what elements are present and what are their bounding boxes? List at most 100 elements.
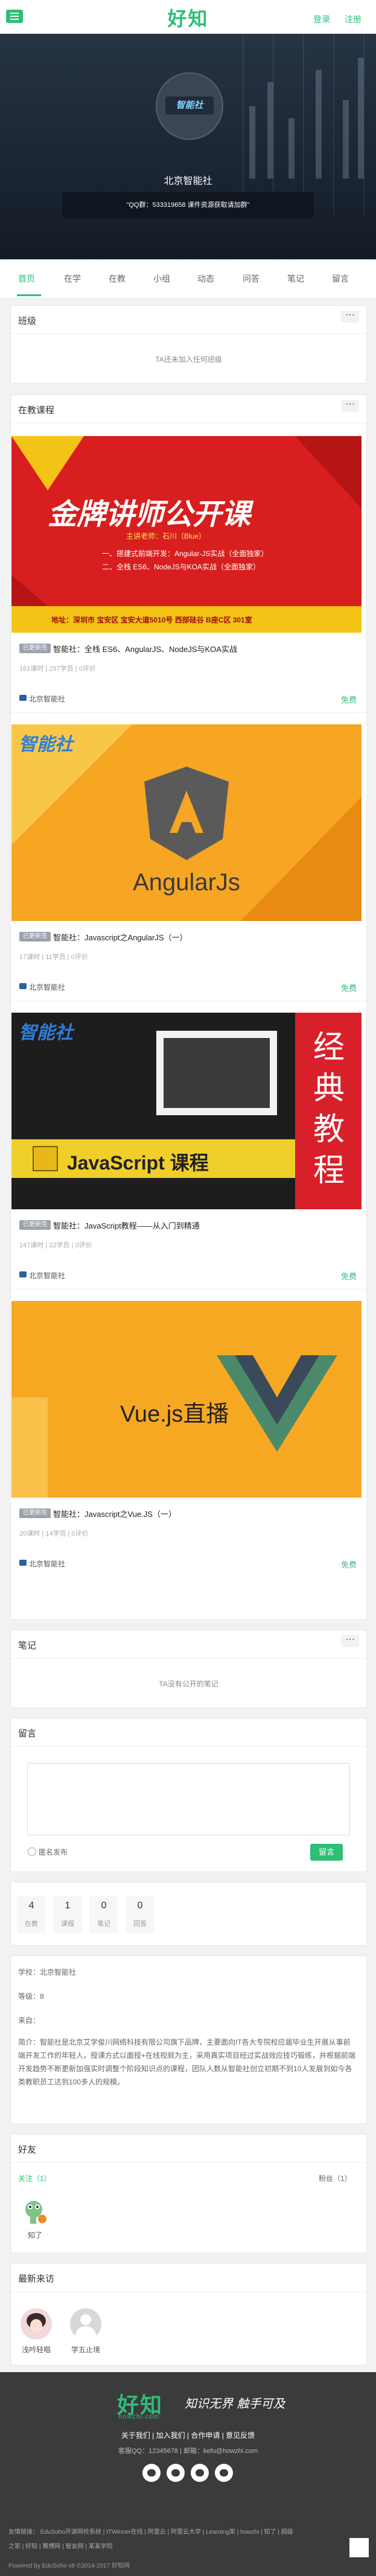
anonymous-checkbox[interactable] — [28, 1847, 36, 1856]
notes-card: 笔记 ⋯ TA没有公开的笔记 — [10, 1630, 367, 1708]
course-banner-side-text: 经典教程 — [313, 1030, 345, 1189]
visitor-name[interactable]: 学五止境 — [62, 2344, 110, 2355]
user-avatar[interactable]: 智能社 — [156, 72, 223, 140]
course-banner-headline: Vue.js直播 — [120, 1402, 229, 1427]
org-icon — [19, 1560, 27, 1566]
course-title[interactable]: 智能社：Javascript之AngularJS（一） — [53, 931, 188, 943]
divider — [11, 1746, 366, 1747]
messages-title: 留言 — [18, 1729, 37, 1739]
site-logo[interactable]: 好知 — [154, 4, 222, 31]
course-status-badge: 已更新完 — [19, 644, 51, 653]
stat-label: 回答 — [133, 1920, 147, 1928]
stat-notes[interactable]: 0 笔记 — [89, 1896, 118, 1933]
login-link[interactable]: 登录 — [313, 13, 330, 25]
tab-teaching[interactable]: 在教 — [109, 273, 126, 285]
course-org[interactable]: 北京智能社 — [29, 1559, 65, 1569]
org-icon — [19, 983, 27, 989]
divider — [11, 2162, 366, 2163]
course-price: 免费 — [340, 1272, 357, 1281]
top-bar: 好知 登录 注册 — [0, 0, 376, 34]
notes-title: 笔记 — [18, 1641, 37, 1651]
course-meta: 161课时 | 297学员 | 0评价 — [19, 665, 96, 672]
avatar-logo-text: 智能社 — [165, 97, 214, 115]
footer-logo-sub: howzhi.com — [118, 2413, 160, 2420]
course-org[interactable]: 北京智能社 — [29, 694, 65, 704]
recent-visitors-card: 最新来访 浅吟轻唱 学五止境 — [10, 2263, 367, 2366]
message-input[interactable] — [27, 1763, 350, 1835]
course-banner-logo: 智能社 — [19, 735, 73, 755]
tab-messages[interactable]: 留言 — [332, 273, 349, 285]
visitor-avatar[interactable] — [21, 2308, 52, 2340]
tab-groups[interactable]: 小组 — [153, 273, 170, 285]
classes-card: 班级 ⋯ TA还未加入任何班级 — [10, 305, 367, 384]
course-org[interactable]: 北京智能社 — [29, 1270, 65, 1280]
classes-more-button[interactable]: ⋯ — [341, 311, 359, 323]
footer-nav[interactable]: 关于我们 | 加入我们 | 合作申请 | 意见反馈 — [0, 2430, 376, 2440]
course-meta: 147课时 | 22学员 | 0评价 — [19, 1242, 92, 1249]
footer-friend-links[interactable]: 友情链接： EduSoho开源网校系统 | ITWinner在线 | 阿里云 |… — [8, 2525, 334, 2540]
tab-qa[interactable]: 问答 — [243, 273, 260, 285]
course-banner-headline: AngularJs — [133, 869, 240, 896]
course-title[interactable]: 智能社：全栈 ES6、AngularJS、NodeJS与KOA实战 — [53, 643, 237, 654]
stat-label: 在教 — [25, 1920, 38, 1928]
tab-activity[interactable]: 动态 — [197, 273, 214, 285]
classes-title: 班级 — [18, 316, 37, 326]
weibo-icon[interactable] — [191, 2464, 209, 2482]
course-title[interactable]: 智能社：JavaScript教程——从入门到精通 — [53, 1220, 200, 1231]
stat-courses[interactable]: 1 课程 — [53, 1896, 82, 1933]
mail-icon[interactable] — [215, 2464, 233, 2482]
friend-avatar[interactable] — [22, 2196, 48, 2226]
stat-label: 课程 — [61, 1920, 74, 1928]
banner-background-graph — [243, 34, 365, 215]
footer-copyright: Powered by EduSoho v8 ©2014-2017 好知网 — [8, 2563, 130, 2569]
info-school: 学校：北京智能社 — [18, 1968, 77, 1976]
course-image[interactable]: 智能社 JavaScript 课程 经典教程 — [11, 1013, 362, 1209]
footer-friend-links-2[interactable]: 之家 | 好知 | 赛博网 | 智友网 | 某某学院 — [8, 2540, 334, 2554]
avatar-face — [30, 2319, 42, 2332]
divider — [11, 1289, 366, 1290]
course-org[interactable]: 北京智能社 — [29, 982, 65, 992]
followers-tab[interactable]: 粉丝（1） — [319, 2173, 352, 2183]
stat-number: 0 — [101, 1900, 107, 1911]
course-banner-logo: 智能社 — [19, 1023, 73, 1043]
visitor-avatar[interactable] — [70, 2308, 101, 2340]
menu-icon[interactable] — [6, 10, 23, 23]
course-banner-headline: JavaScript 课程 — [67, 1152, 209, 1174]
notes-more-button[interactable]: ⋯ — [341, 1635, 359, 1647]
info-from: 来自： — [18, 2016, 40, 2025]
stat-teaching[interactable]: 4 在教 — [17, 1896, 46, 1933]
profile-name: 北京智能社 — [164, 176, 212, 186]
divider — [11, 712, 366, 713]
tab-notes[interactable]: 笔记 — [287, 273, 304, 285]
qr-code-icon — [349, 2538, 369, 2557]
visitor-name[interactable]: 浅吟轻唱 — [12, 2344, 60, 2355]
course-price: 免费 — [340, 1560, 357, 1569]
course-banner-line2: 二、全栈 ES6、NodeJS与KOA实战（全面独家） — [102, 563, 261, 571]
following-tab[interactable]: 关注（1） — [18, 2173, 51, 2183]
course-banner-speaker: 主讲老师：石川（Blue） — [126, 532, 206, 540]
site-footer: 好知 howzhi.com 知识无界 触手可及 关于我们 | 加入我们 | 合作… — [0, 2372, 376, 2576]
qq-icon[interactable] — [142, 2464, 161, 2482]
course-image[interactable]: Vue.js直播 — [11, 1301, 362, 1498]
cicada-icon — [25, 2201, 46, 2224]
avatar-body — [75, 2326, 96, 2340]
info-intro: 简介：智能社是北京艾学俊川网络科技有限公司旗下品牌，主要面向IT各大专院校应届毕… — [18, 2038, 356, 2086]
stat-number: 1 — [65, 1900, 71, 1911]
submit-message-button[interactable]: 留言 — [310, 1844, 343, 1861]
teaching-title: 在教课程 — [18, 405, 55, 416]
footer-slogan: 知识无界 触手可及 — [185, 2396, 285, 2411]
profile-banner: 智能社 北京智能社 "QQ群：533319658 课件资源获取请加群" — [0, 34, 376, 259]
course-image[interactable]: 金牌讲师公开课 主讲老师：石川（Blue） 一、搭建式前端开发：Angular-… — [11, 436, 362, 633]
wechat-icon[interactable] — [167, 2464, 185, 2482]
friend-name[interactable]: 知了 — [11, 2230, 59, 2240]
course-title[interactable]: 智能社：Javascript之Vue.JS（一） — [53, 1508, 176, 1519]
stat-answers[interactable]: 0 回答 — [126, 1896, 155, 1933]
divider — [11, 2291, 366, 2292]
tab-home[interactable]: 首页 — [18, 273, 35, 285]
messages-card: 留言 匿名发布 留言 — [10, 1718, 367, 1872]
teaching-more-button[interactable]: ⋯ — [341, 400, 359, 412]
course-image[interactable]: 智能社 AngularJs — [11, 724, 362, 921]
register-link[interactable]: 注册 — [345, 13, 362, 25]
tab-learning[interactable]: 在学 — [64, 273, 81, 285]
course-meta: 20课时 | 14学员 | 0评价 — [19, 1530, 89, 1537]
